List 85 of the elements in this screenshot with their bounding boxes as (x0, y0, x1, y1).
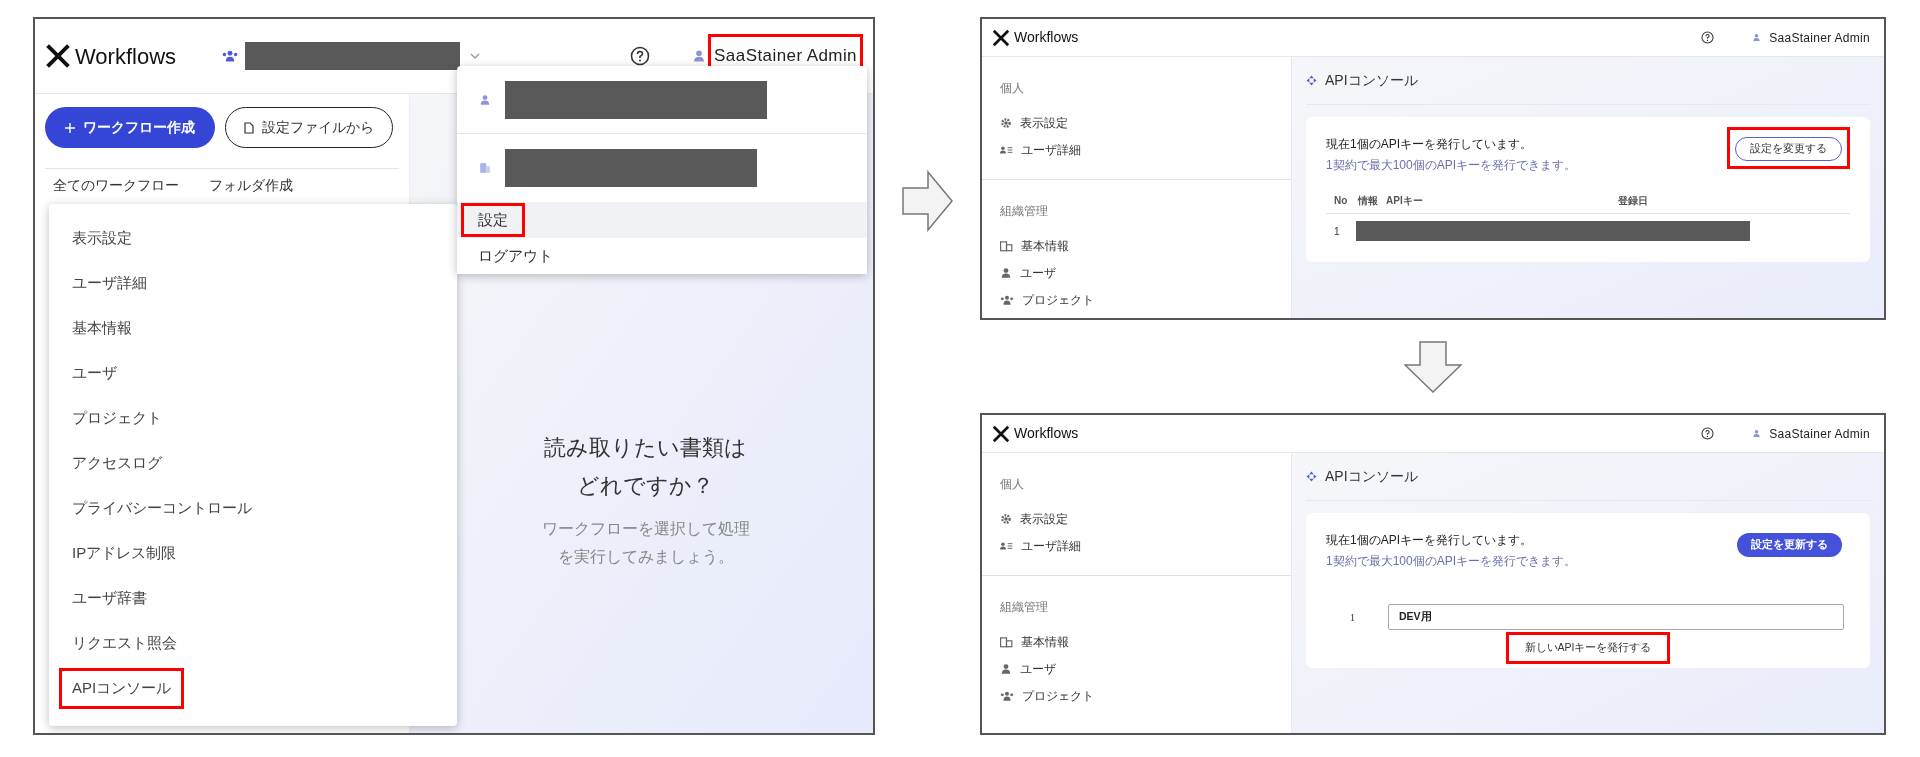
all-workflows-label: 全てのワークフロー (53, 176, 179, 195)
users-icon (1000, 293, 1014, 306)
settings-menu-item[interactable]: ユーザ辞書 (59, 578, 160, 619)
empty-state-hint: を実行してみましょう。 (557, 547, 734, 567)
row-number: 1 (1349, 610, 1356, 625)
chevron-down-icon[interactable] (470, 52, 481, 60)
settings-menu-item[interactable]: プライバシーコントロール (59, 488, 265, 529)
column-header: 情報 (1358, 194, 1379, 208)
user-name[interactable]: SaaStainer Admin (1769, 424, 1870, 443)
settings-menu-item[interactable]: ユーザ詳細 (59, 263, 160, 304)
empty-state-heading: どれですか？ (577, 472, 714, 500)
create-workflow-button[interactable]: ワークフロー作成 (45, 107, 215, 148)
change-settings-button[interactable]: 設定を変更する (1735, 136, 1842, 161)
sidebar-section-title: 個人 (1000, 81, 1024, 95)
sidebar-item[interactable]: 表示設定 (1020, 113, 1068, 132)
building-icon (1000, 239, 1013, 252)
logo-text: Workflows (1014, 424, 1079, 443)
page-title: APIコンソール (1325, 467, 1418, 486)
logo-text: Workflows (75, 42, 177, 71)
down-arrow-icon (1404, 340, 1462, 393)
help-icon[interactable] (1701, 427, 1715, 440)
settings-menu-item[interactable]: リクエスト照会 (59, 623, 190, 664)
user-icon (692, 49, 707, 63)
sidebar-item[interactable]: プロジェクト (1022, 290, 1094, 309)
team-icon (221, 49, 240, 63)
key-count-text: 現在1個のAPIキーを発行しています。 (1326, 136, 1533, 153)
sidebar-section-title: 個人 (1000, 477, 1024, 491)
page-title: APIコンソール (1325, 71, 1418, 90)
settings-menu-item[interactable]: IPアドレス制限 (59, 533, 190, 574)
sidebar-item[interactable]: ユーザ詳細 (1021, 140, 1081, 159)
user-icon (1000, 266, 1012, 279)
help-icon[interactable] (630, 46, 651, 66)
file-icon (244, 121, 254, 134)
settings-menu-item[interactable]: APIコンソール (59, 668, 185, 709)
key-name-field[interactable]: DEV用 (1388, 604, 1844, 630)
settings-menu-item[interactable]: アクセスログ (59, 443, 175, 484)
create-folder-link[interactable]: フォルダ作成 (209, 175, 293, 196)
building-icon (479, 162, 491, 174)
gear-icon (1000, 116, 1012, 129)
sidebar-item[interactable]: ユーザ詳細 (1021, 536, 1081, 555)
empty-state-heading: 読み取りたい書類は (544, 434, 747, 462)
sidebar-item[interactable]: プロジェクト (1022, 686, 1094, 705)
key-limit-note: 1契約で最大100個のAPIキーを発行できます。 (1326, 553, 1577, 570)
plus-icon (65, 122, 75, 133)
sidebar-section-title: 組織管理 (1000, 204, 1048, 218)
sidebar-item[interactable]: ユーザ (1020, 263, 1056, 282)
logo-icon (992, 424, 1010, 443)
settings-menu-item[interactable]: プロジェクト (59, 398, 175, 439)
sidebar-item[interactable]: 基本情報 (1021, 632, 1069, 651)
user-icon (1752, 33, 1762, 42)
logo-text: Workflows (1014, 28, 1079, 47)
column-header: APIキー (1386, 194, 1424, 208)
issue-api-key-button[interactable]: 新しいAPIキーを発行する (1505, 632, 1671, 664)
column-header: No (1334, 194, 1349, 208)
settings-menu-item[interactable]: ユーザ (59, 353, 130, 394)
sidebar-item[interactable]: 基本情報 (1021, 236, 1069, 255)
gear-icon (1000, 512, 1012, 525)
user-name[interactable]: SaaStainer Admin (1769, 28, 1870, 47)
help-icon[interactable] (1701, 31, 1715, 44)
settings-menu-item[interactable]: 基本情報 (59, 308, 145, 349)
users-icon (1000, 689, 1014, 702)
account-menu-label: 設定 (461, 202, 525, 238)
user-icon (1752, 429, 1762, 438)
logo-icon (992, 28, 1010, 47)
key-count-text: 現在1個のAPIキーを発行しています。 (1326, 532, 1533, 549)
move-icon (1306, 471, 1317, 482)
update-settings-button[interactable]: 設定を更新する (1737, 532, 1842, 557)
right-arrow-icon (901, 170, 954, 232)
move-icon (1306, 75, 1317, 86)
sidebar-item[interactable]: ユーザ (1020, 659, 1056, 678)
key-limit-note: 1契約で最大100個のAPIキーを発行できます。 (1326, 157, 1577, 174)
from-config-file-button[interactable]: 設定ファイルから (225, 107, 393, 148)
settings-menu-item[interactable]: 表示設定 (59, 218, 145, 259)
user-icon (479, 93, 491, 106)
empty-state-hint: ワークフローを選択して処理 (541, 519, 750, 539)
account-menu-label: ログアウト (477, 245, 554, 266)
account-menu-item[interactable]: ログアウト (457, 238, 867, 274)
column-header: 登録日 (1618, 194, 1648, 208)
building-icon (1000, 635, 1013, 648)
sidebar-section-title: 組織管理 (1000, 600, 1048, 614)
account-menu-item[interactable]: 設定 (457, 202, 867, 238)
user-icon (1000, 662, 1012, 675)
logo-icon (45, 43, 71, 69)
sidebar-item[interactable]: 表示設定 (1020, 509, 1068, 528)
row-number: 1 (1334, 224, 1341, 239)
